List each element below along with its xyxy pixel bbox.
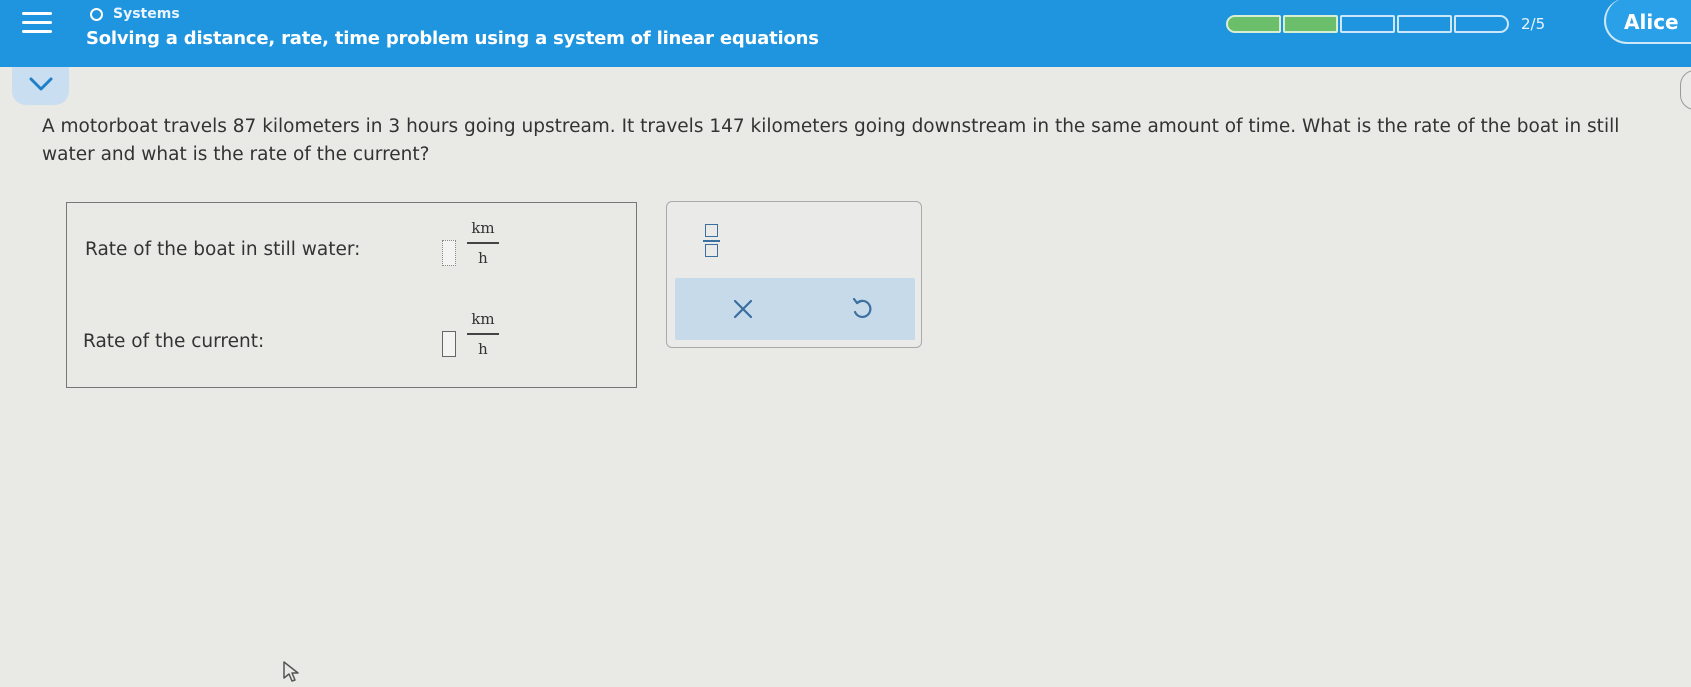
progress-segment: [1454, 15, 1509, 33]
question-text: A motorboat travels 87 kilometers in 3 h…: [42, 116, 1620, 165]
unit-numerator: km: [471, 310, 495, 328]
topic-label: Systems: [113, 6, 180, 22]
current-rate-label: Rate of the current:: [83, 331, 265, 352]
topic-row: Systems: [90, 4, 180, 24]
menu-icon[interactable]: [22, 10, 52, 36]
boat-rate-label: Rate of the boat in still water:: [85, 239, 361, 260]
fraction-icon[interactable]: [702, 222, 722, 262]
action-bar: [675, 278, 915, 340]
answer-panel: Rate of the boat in still water: km h Ra…: [66, 202, 637, 388]
progress-bar: 2/5: [1226, 15, 1545, 33]
fraction-bar: [467, 333, 499, 335]
collapse-button[interactable]: [12, 67, 69, 105]
top-bar: Systems Solving a distance, rate, time p…: [0, 0, 1691, 67]
mouse-pointer-icon: [282, 660, 302, 687]
boat-rate-input[interactable]: [442, 240, 456, 266]
current-rate-input[interactable]: [442, 331, 456, 357]
lesson-title: Solving a distance, rate, time problem u…: [86, 28, 819, 49]
fraction-bar: [467, 242, 499, 244]
progress-segment: [1340, 15, 1395, 33]
user-name[interactable]: Alice: [1624, 10, 1679, 34]
progress-count: 2/5: [1521, 15, 1546, 33]
close-icon[interactable]: [730, 296, 756, 322]
unit-denominator: h: [478, 248, 488, 267]
unit-denominator: h: [478, 339, 488, 358]
progress-segment: [1283, 15, 1338, 33]
side-panel-handle[interactable]: [1680, 70, 1691, 110]
undo-icon[interactable]: [849, 296, 875, 322]
boat-rate-unit: km h: [467, 217, 499, 269]
progress-segment: [1226, 15, 1281, 33]
math-tools-panel: [666, 201, 922, 348]
unit-numerator: km: [471, 219, 495, 237]
chevron-down-icon: [29, 77, 53, 91]
topic-circle-icon: [90, 7, 103, 21]
current-rate-unit: km h: [467, 308, 499, 360]
progress-segment: [1397, 15, 1452, 33]
